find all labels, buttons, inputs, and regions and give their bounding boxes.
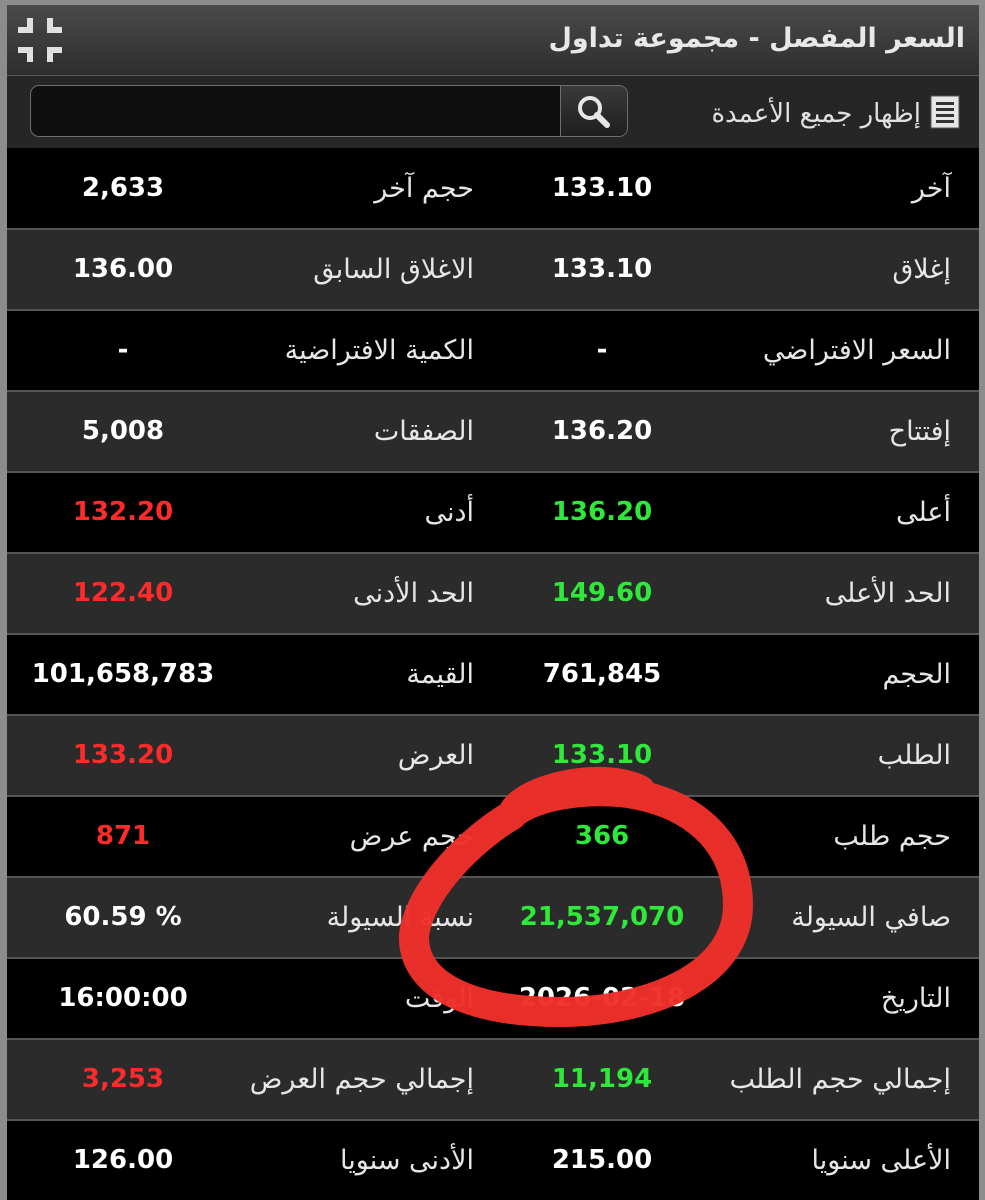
row-value: 101,658,783 bbox=[31, 659, 215, 689]
row-label: صافي السيولة bbox=[791, 902, 951, 933]
detailed-price-panel: السعر المفصل - مجموعة تداول إظهار جميع ا… bbox=[7, 5, 979, 1200]
row-value: 149.60 bbox=[551, 578, 653, 608]
row-label: الطلب bbox=[877, 740, 951, 771]
row-label: القيمة bbox=[406, 659, 474, 690]
title-bar: السعر المفصل - مجموعة تداول bbox=[7, 5, 979, 76]
row-label: آخر bbox=[911, 173, 951, 204]
row-label: العرض bbox=[397, 740, 474, 771]
search-box bbox=[30, 85, 628, 137]
row-label: نسبة السيولة bbox=[326, 902, 474, 933]
toolbar: إظهار جميع الأعمدة bbox=[7, 76, 979, 148]
row-value: 2,633 bbox=[81, 173, 165, 203]
row-value: 366 bbox=[574, 821, 630, 851]
row-label: الحد الأعلى bbox=[824, 578, 951, 609]
search-input[interactable] bbox=[31, 86, 561, 136]
row-label: إجمالي حجم الطلب bbox=[729, 1064, 951, 1095]
row-label: إفتتاح bbox=[888, 416, 951, 447]
row-label: إغلاق bbox=[892, 254, 951, 285]
row-value: 133.10 bbox=[551, 740, 653, 770]
table-row[interactable]: إفتتاح 136.20 الصفقات 5,008 bbox=[7, 392, 979, 473]
table-row[interactable]: الطلب 133.10 العرض 133.20 bbox=[7, 716, 979, 797]
table-row[interactable]: إغلاق 133.10 الاغلاق السابق 136.00 bbox=[7, 230, 979, 311]
table-row[interactable]: آخر 133.10 حجم آخر 2,633 bbox=[7, 149, 979, 230]
row-value: 136.00 bbox=[72, 254, 174, 284]
row-label: الوقت bbox=[404, 983, 474, 1014]
row-value: 136.20 bbox=[551, 497, 653, 527]
row-label: السعر الافتراضي bbox=[762, 335, 951, 366]
table-row[interactable]: حجم طلب 366 حجم عرض 871 bbox=[7, 797, 979, 878]
row-value: 132.20 bbox=[72, 497, 174, 527]
row-value: 2026-02-18 bbox=[518, 983, 686, 1013]
row-label: أدنى bbox=[424, 497, 474, 528]
row-value: 871 bbox=[95, 821, 151, 851]
collapse-icon[interactable] bbox=[13, 13, 67, 67]
row-label: الأعلى سنويا bbox=[811, 1145, 952, 1176]
row-label: الحد الأدنى bbox=[353, 578, 474, 609]
row-value: 133.20 bbox=[72, 740, 174, 770]
row-label: التاريخ bbox=[880, 983, 951, 1014]
table-row[interactable]: أعلى 136.20 أدنى 132.20 bbox=[7, 473, 979, 554]
table-row[interactable]: الحجم 761,845 القيمة 101,658,783 bbox=[7, 635, 979, 716]
table-row[interactable]: الحد الأعلى 149.60 الحد الأدنى 122.40 bbox=[7, 554, 979, 635]
list-icon bbox=[929, 95, 961, 133]
table-row[interactable]: الأعلى سنويا 215.00 الأدنى سنويا 126.00 bbox=[7, 1121, 979, 1200]
row-value: 122.40 bbox=[72, 578, 174, 608]
row-value: 761,845 bbox=[542, 659, 662, 689]
row-label: الكمية الافتراضية bbox=[284, 335, 474, 366]
row-value: 133.10 bbox=[551, 173, 653, 203]
row-label: الأدنى سنويا bbox=[340, 1145, 474, 1176]
row-value: 16:00:00 bbox=[58, 983, 188, 1013]
row-value: 21,537,070 bbox=[519, 902, 685, 932]
row-value: - bbox=[117, 335, 129, 365]
table-row[interactable]: صافي السيولة 21,537,070 نسبة السيولة 60.59 … bbox=[7, 878, 979, 959]
show-all-columns-label: إظهار جميع الأعمدة bbox=[711, 99, 921, 129]
row-value: 5,008 bbox=[81, 416, 165, 446]
row-value: - bbox=[596, 335, 608, 365]
row-label: حجم طلب bbox=[833, 821, 951, 852]
row-value: 133.10 bbox=[551, 254, 653, 284]
row-label: إجمالي حجم العرض bbox=[249, 1064, 474, 1095]
row-value: 3,253 bbox=[81, 1064, 165, 1094]
show-all-columns-button[interactable]: إظهار جميع الأعمدة bbox=[711, 95, 961, 133]
row-value: 215.00 bbox=[551, 1145, 653, 1175]
row-label: الاغلاق السابق bbox=[313, 254, 474, 285]
row-label: حجم عرض bbox=[349, 821, 474, 852]
search-button[interactable] bbox=[560, 86, 627, 136]
row-value: 60.59 % bbox=[64, 902, 182, 932]
row-label: الصفقات bbox=[373, 416, 474, 447]
page-title: السعر المفصل - مجموعة تداول bbox=[548, 23, 965, 54]
row-value: 11,194 bbox=[551, 1064, 653, 1094]
row-label: الحجم bbox=[882, 659, 951, 690]
table-row[interactable]: التاريخ 2026-02-18 الوقت 16:00:00 bbox=[7, 959, 979, 1040]
table-row[interactable]: السعر الافتراضي - الكمية الافتراضية - bbox=[7, 311, 979, 392]
row-value: 136.20 bbox=[551, 416, 653, 446]
price-details-table: آخر 133.10 حجم آخر 2,633 إغلاق 133.10 الاغلاق … bbox=[7, 149, 979, 1200]
table-row[interactable]: إجمالي حجم الطلب 11,194 إجمالي حجم العرض 3,… bbox=[7, 1040, 979, 1121]
row-label: حجم آخر bbox=[374, 173, 474, 204]
row-value: 126.00 bbox=[72, 1145, 174, 1175]
row-label: أعلى bbox=[895, 497, 951, 528]
